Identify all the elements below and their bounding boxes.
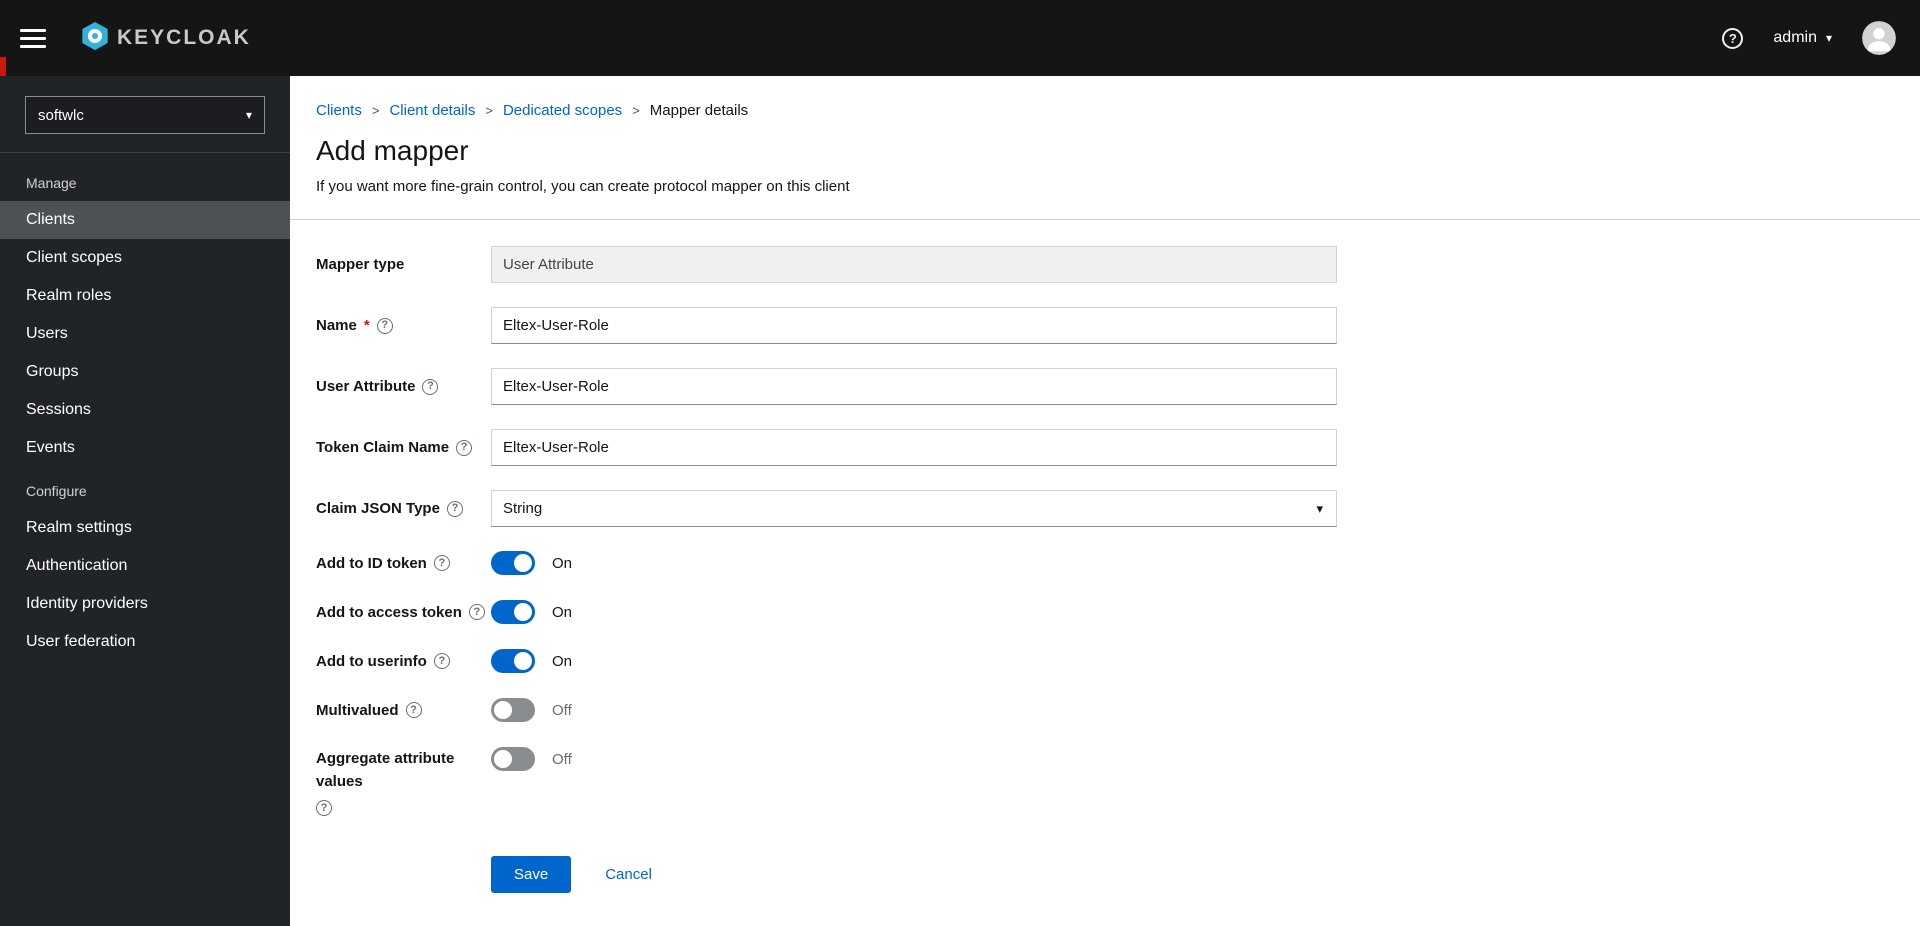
breadcrumb-separator-icon: > (485, 103, 493, 118)
token-claim-name-field[interactable] (491, 429, 1337, 466)
claim-json-type-select[interactable]: String ▾ (491, 490, 1337, 527)
chevron-down-icon: ▾ (1316, 500, 1323, 516)
sidebar-item-user-federation[interactable]: User federation (0, 623, 290, 661)
toggle-state-label: On (552, 603, 573, 621)
breadcrumb-client-details[interactable]: Client details (389, 102, 475, 119)
help-icon[interactable]: ? (456, 439, 473, 456)
mapper-type-field (491, 246, 1337, 283)
help-icon[interactable]: ? (405, 702, 422, 718)
help-icon[interactable]: ? (468, 604, 485, 620)
masthead-accent-bar (0, 57, 6, 76)
add-to-access-token-label: Add to access token (316, 603, 462, 621)
multivalued-label: Multivalued (316, 701, 399, 719)
breadcrumb-dedicated-scopes[interactable]: Dedicated scopes (503, 102, 622, 119)
toggle-state-label: On (552, 652, 573, 670)
claim-json-type-label: Claim JSON Type (316, 500, 440, 517)
sidebar-item-identity-providers[interactable]: Identity providers (0, 585, 290, 623)
masthead: KEYCLOAK ? admin ▾ (0, 0, 1920, 76)
add-mapper-form: Mapper type Name * ? U (290, 220, 1920, 926)
keycloak-logo-text: KEYCLOAK (117, 26, 251, 49)
breadcrumb-clients[interactable]: Clients (316, 102, 362, 119)
add-to-userinfo-label: Add to userinfo (316, 652, 427, 670)
breadcrumb-separator-icon: > (371, 103, 380, 118)
hamburger-menu-icon[interactable] (20, 25, 46, 52)
multivalued-toggle[interactable] (491, 698, 535, 722)
page-title: Add mapper (316, 135, 469, 166)
chevron-down-icon: ▾ (245, 108, 252, 122)
sidebar-item-client-scopes[interactable]: Client scopes (0, 239, 290, 277)
sidebar-item-authentication[interactable]: Authentication (0, 547, 290, 585)
token-claim-name-label: Token Claim Name (316, 439, 450, 456)
help-icon[interactable]: ? (446, 500, 463, 517)
claim-json-type-selected-value: String (503, 500, 543, 517)
help-icon[interactable]: ? (1722, 27, 1744, 49)
aggregate-attribute-values-label: Aggregate attribute values (316, 750, 455, 790)
sidebar-item-clients[interactable]: Clients (0, 201, 290, 239)
save-button[interactable]: Save (491, 856, 572, 893)
nav-section-configure: Configure (26, 483, 87, 499)
avatar[interactable] (1862, 21, 1896, 55)
realm-selector[interactable]: softwlc ▾ (25, 96, 265, 134)
help-icon[interactable]: ? (316, 800, 332, 816)
nav-section-manage: Manage (26, 175, 77, 191)
realm-selector-label: softwlc (38, 106, 84, 124)
user-attribute-label: User Attribute (316, 378, 416, 395)
toggle-state-label: On (552, 554, 573, 572)
sidebar-item-realm-roles[interactable]: Realm roles (0, 277, 290, 315)
name-field[interactable] (491, 307, 1337, 344)
sidebar-item-sessions[interactable]: Sessions (0, 391, 290, 429)
help-icon[interactable]: ? (376, 317, 393, 334)
aggregate-attribute-values-toggle[interactable] (491, 747, 535, 771)
cancel-button[interactable]: Cancel (605, 866, 652, 883)
sidebar-nav: softwlc ▾ Manage Clients Client scopes R… (0, 76, 290, 926)
name-label: Name (316, 317, 357, 334)
add-to-access-token-toggle[interactable] (491, 600, 535, 624)
sidebar-item-groups[interactable]: Groups (0, 353, 290, 391)
toggle-state-label: Off (552, 701, 572, 719)
toggle-state-label: Off (552, 750, 572, 768)
add-to-userinfo-toggle[interactable] (491, 649, 535, 673)
help-icon[interactable]: ? (433, 653, 450, 669)
mapper-type-label: Mapper type (316, 256, 405, 273)
user-attribute-field[interactable] (491, 368, 1337, 405)
breadcrumb-mapper-details: Mapper details (649, 102, 749, 119)
sidebar-item-users[interactable]: Users (0, 315, 290, 353)
user-dropdown[interactable]: admin ▾ (1773, 29, 1832, 47)
breadcrumb-separator-icon: > (632, 103, 640, 118)
keycloak-logo: KEYCLOAK (80, 21, 251, 56)
main-content: Clients > Client details > Dedicated sco… (290, 76, 1920, 926)
page-subtitle: If you want more fine-grain control, you… (316, 178, 850, 195)
username-label: admin (1773, 29, 1817, 46)
sidebar-item-events[interactable]: Events (0, 429, 290, 467)
add-to-id-token-toggle[interactable] (491, 551, 535, 575)
sidebar-item-realm-settings[interactable]: Realm settings (0, 509, 290, 547)
breadcrumb: Clients > Client details > Dedicated sco… (290, 76, 1920, 119)
required-marker: * (363, 317, 370, 334)
help-icon[interactable]: ? (422, 378, 439, 395)
help-icon[interactable]: ? (433, 555, 450, 571)
keycloak-logo-icon (80, 21, 110, 56)
add-to-id-token-label: Add to ID token (316, 554, 427, 572)
chevron-down-icon: ▾ (1825, 31, 1832, 45)
